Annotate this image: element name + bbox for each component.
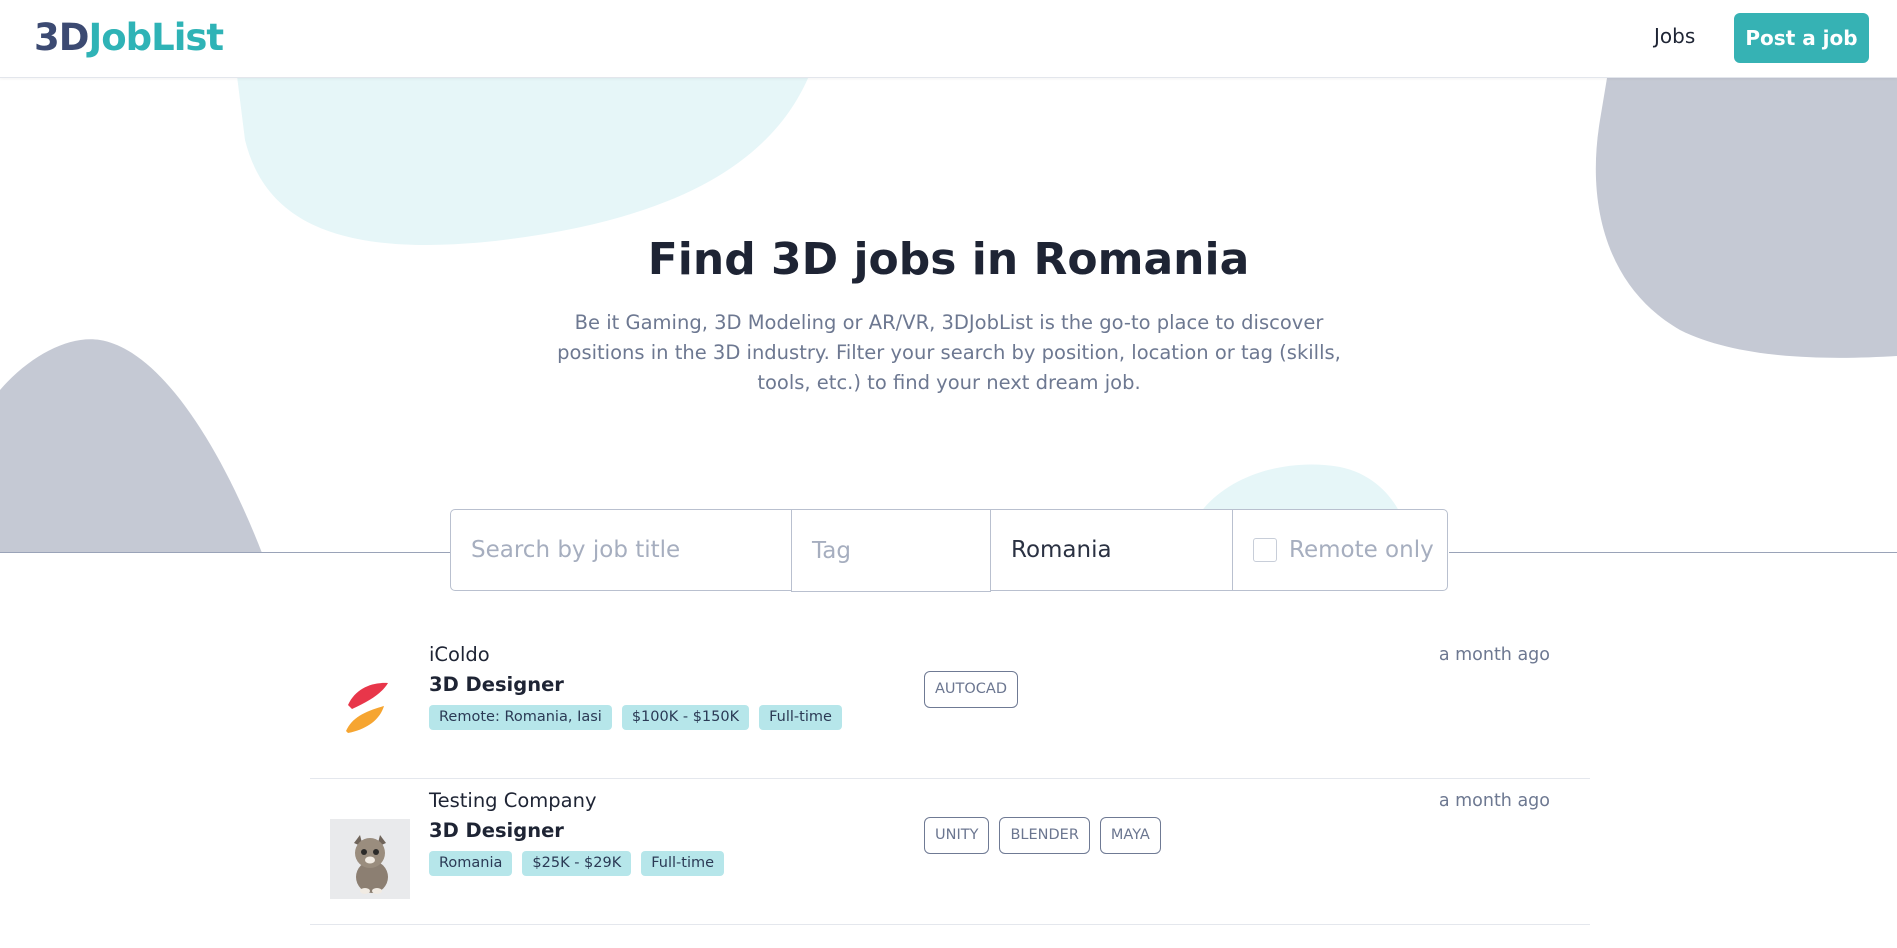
tag-autocad[interactable]: AUTOCAD: [924, 671, 1019, 708]
kitten-photo-icon: [330, 819, 410, 899]
remote-only-label: Remote only: [1289, 537, 1434, 563]
remote-only-toggle[interactable]: Remote only: [1232, 509, 1448, 591]
posted-time: a month ago: [1438, 791, 1550, 811]
blob-cyan-bottom: [1200, 464, 1400, 513]
tag-blender[interactable]: BLENDER: [999, 817, 1090, 854]
location-chip: Romania: [429, 851, 513, 876]
type-chip: Full-time: [759, 705, 842, 730]
hero-description: Be it Gaming, 3D Modeling or AR/VR, 3DJo…: [557, 311, 1341, 394]
job-listing[interactable]: Testing Company 3D Designer Romania $25K…: [310, 779, 1590, 925]
job-title[interactable]: 3D Designer: [429, 819, 564, 842]
job-chips: Remote: Romania, Iasi $100K - $150K Full…: [429, 705, 842, 730]
job-chips: Romania $25K - $29K Full-time: [429, 851, 725, 876]
post-a-job-button[interactable]: Post a job: [1734, 13, 1869, 63]
company-name: iColdo: [429, 643, 490, 666]
site-logo[interactable]: 3DJobList: [34, 14, 224, 62]
tag-input[interactable]: Tag: [791, 509, 991, 592]
salary-chip: $100K - $150K: [621, 705, 750, 730]
tag-placeholder: Tag: [812, 537, 851, 564]
tag-maya[interactable]: MAYA: [1099, 817, 1161, 854]
company-logo-icoldo: [330, 673, 410, 753]
job-tags: AUTOCAD: [924, 671, 1019, 708]
job-listing[interactable]: iColdo 3D Designer Remote: Romania, Iasi…: [310, 633, 1590, 779]
flame-logo-icon: [346, 682, 388, 733]
salary-chip: $25K - $29K: [522, 851, 632, 876]
top-navbar: 3DJobList Jobs Post a job: [0, 0, 1897, 78]
job-title-search-input[interactable]: Search by job title: [450, 509, 792, 591]
posted-time: a month ago: [1438, 645, 1550, 665]
location-input[interactable]: Romania: [990, 509, 1233, 591]
remote-only-checkbox[interactable]: [1253, 538, 1277, 562]
type-chip: Full-time: [641, 851, 725, 876]
page-title: Find 3D jobs in Romania: [647, 234, 1250, 285]
job-tags: UNITY BLENDER MAYA: [924, 817, 1161, 854]
nav-jobs-link[interactable]: Jobs: [1654, 24, 1695, 48]
blob-gray-right: [1595, 60, 1897, 358]
job-title[interactable]: 3D Designer: [429, 673, 564, 696]
blob-gray-left: [0, 339, 262, 553]
location-chip: Remote: Romania, Iasi: [429, 705, 612, 730]
company-logo-testing-company: [330, 819, 410, 899]
page: 3DJobList Jobs Post a job Find 3D jobs i…: [0, 0, 1897, 948]
blob-cyan-top: [235, 60, 815, 245]
location-value: Romania: [1011, 537, 1112, 563]
tag-unity[interactable]: UNITY: [924, 817, 990, 854]
search-bar: Search by job title Tag Romania Remote o…: [450, 509, 1449, 592]
job-title-placeholder: Search by job title: [471, 537, 681, 563]
company-name: Testing Company: [429, 789, 597, 812]
